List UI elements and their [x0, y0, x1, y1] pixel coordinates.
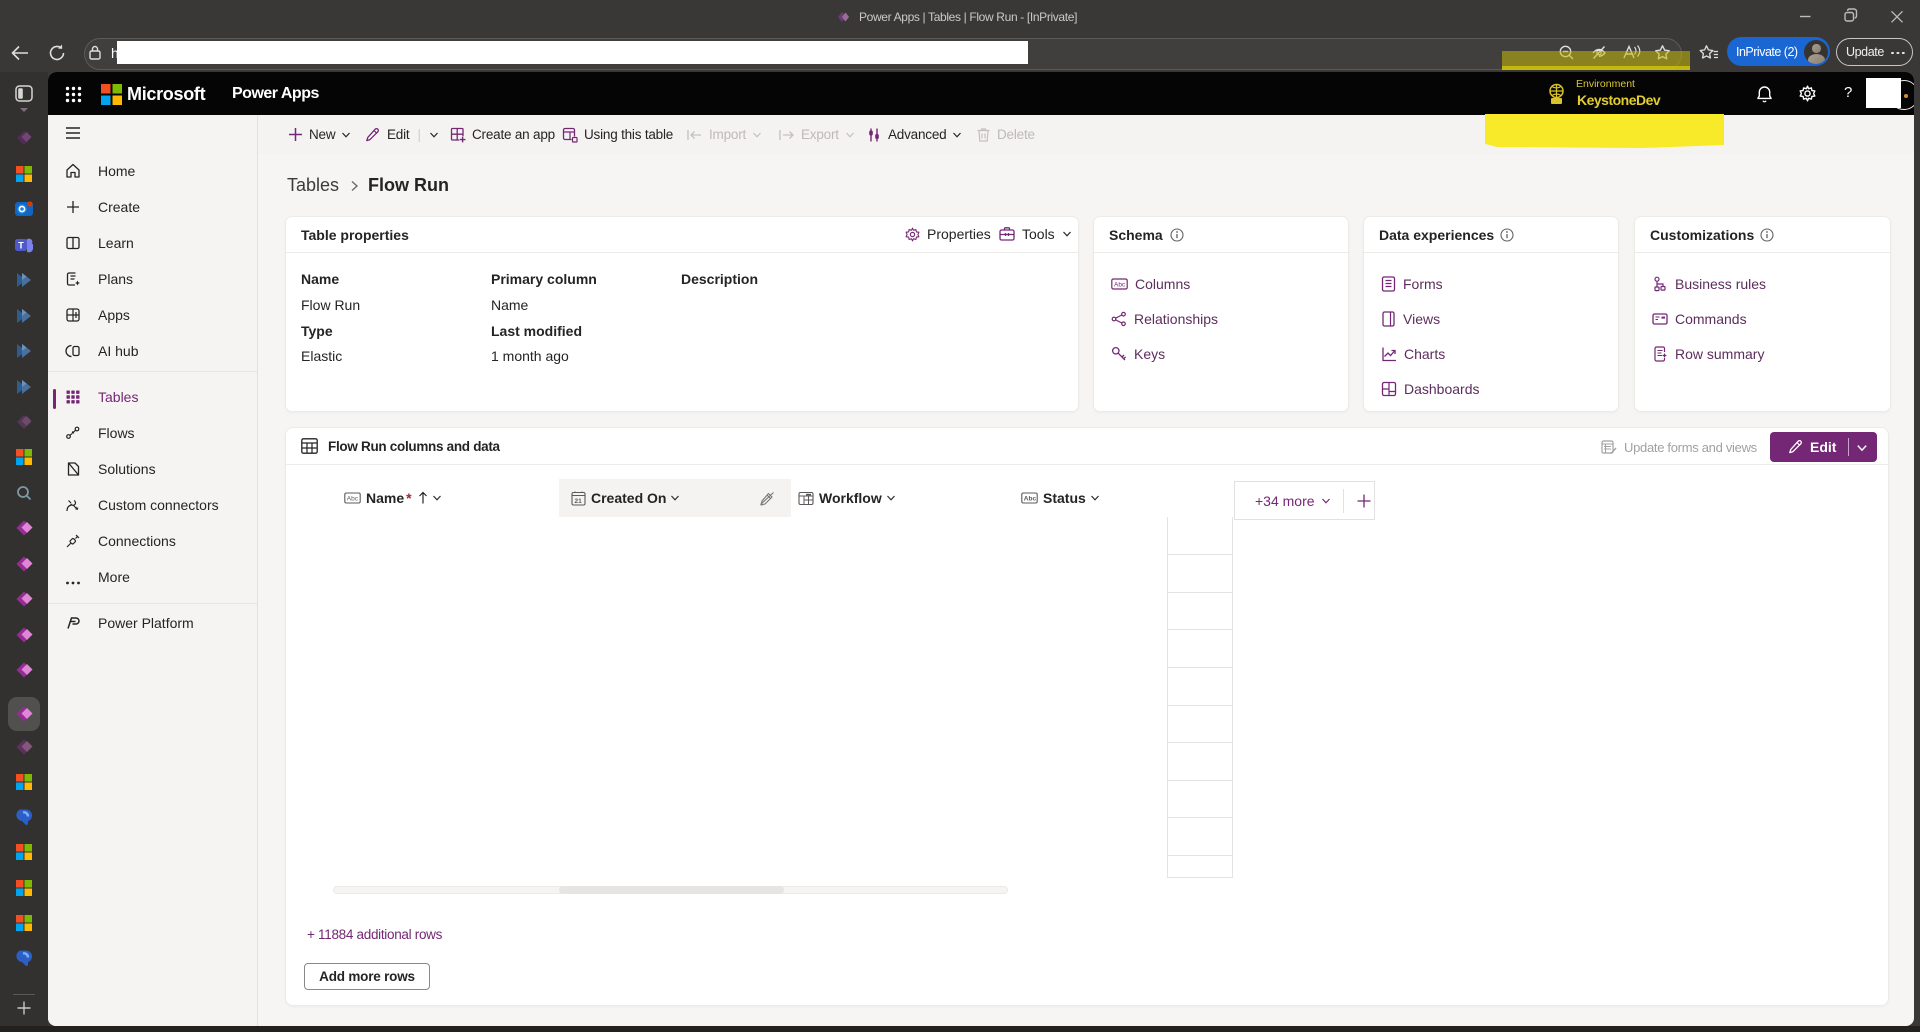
svg-text:Abc: Abc	[1114, 282, 1126, 289]
svg-text:Abc: Abc	[1024, 495, 1037, 502]
svg-text:Abc: Abc	[347, 495, 359, 502]
svg-text:T: T	[18, 241, 24, 251]
svg-text:21: 21	[575, 498, 583, 505]
